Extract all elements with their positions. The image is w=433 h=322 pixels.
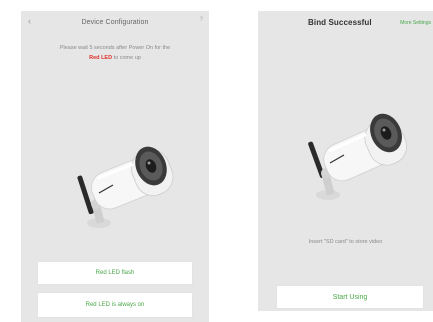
help-icon[interactable]: ?	[200, 17, 203, 23]
back-icon[interactable]: ‹	[28, 16, 31, 26]
page-title: Bind Successful	[308, 18, 372, 27]
instruction-text: Please wait 5 seconds after Power On for…	[35, 43, 195, 63]
nav-bar: ‹ Device Configuration ?	[21, 11, 209, 33]
instruction-suffix: to come up	[113, 55, 141, 61]
device-configuration-screen: ‹ Device Configuration ? Please wait 5 s…	[21, 11, 209, 322]
more-settings-link[interactable]: More Settings	[400, 20, 431, 26]
antenna	[77, 175, 94, 215]
camera-illustration	[308, 113, 408, 200]
bind-successful-screen: Bind Successful More Settings Insert "SD…	[258, 11, 433, 311]
sd-card-hint: Insert "SD card" to store video	[308, 239, 383, 245]
instruction-line: Please wait 5 seconds after Power On for…	[59, 45, 171, 51]
red-led-flash-button[interactable]: Red LED flash	[37, 261, 193, 285]
red-led-always-on-button[interactable]: Red LED is always on	[37, 292, 193, 318]
page-title: Device Configuration	[81, 18, 149, 26]
canvas: ‹ Device Configuration ? Please wait 5 s…	[0, 0, 433, 322]
nav-bar: Bind Successful More Settings	[258, 11, 433, 35]
red-led-label: Red LED	[89, 55, 113, 61]
camera-illustration	[77, 146, 174, 228]
start-using-button[interactable]: Start Using	[276, 285, 424, 309]
